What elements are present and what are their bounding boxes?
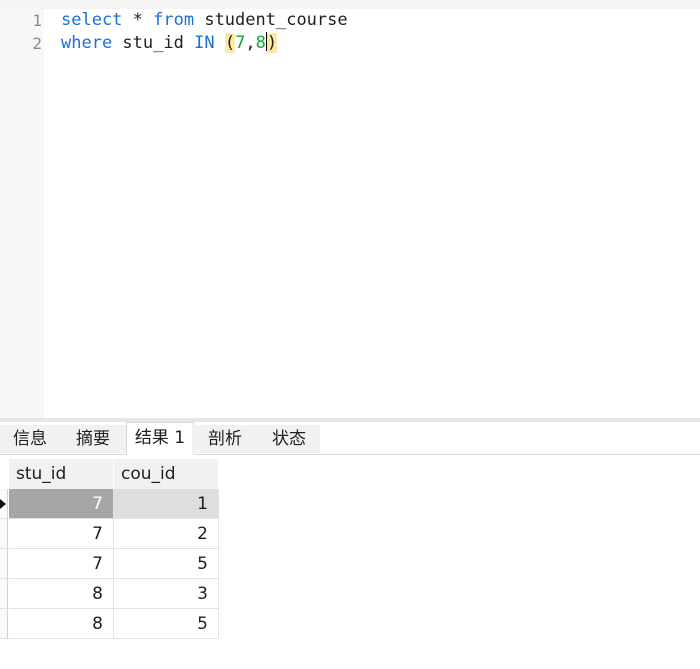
code-line-1[interactable]: select * from student_course <box>61 9 348 31</box>
number-token: 7 <box>235 33 246 53</box>
row-indicator[interactable] <box>0 549 8 579</box>
table-name-token: student_course <box>194 10 348 30</box>
row-indicator[interactable] <box>0 519 8 549</box>
table-cell[interactable]: 5 <box>114 549 219 579</box>
table-cell[interactable]: 7 <box>9 489 114 519</box>
close-paren-token: ) <box>266 33 278 53</box>
keyword-where: where <box>61 33 113 53</box>
line-number: 1 <box>32 11 42 30</box>
table-cell[interactable]: 7 <box>9 549 114 579</box>
keyword-select: select <box>61 10 123 30</box>
table-cell[interactable]: 7 <box>9 519 114 549</box>
row-indicator[interactable] <box>0 579 8 609</box>
tab-status[interactable]: 状态 <box>258 425 320 453</box>
keyword-in: IN <box>194 33 215 53</box>
column-header-stu-id[interactable]: stu_id <box>9 459 113 489</box>
tab-profile[interactable]: 剖析 <box>192 425 258 453</box>
comma-token: , <box>245 33 256 53</box>
open-paren-token: ( <box>224 33 236 53</box>
line-number: 2 <box>32 34 42 53</box>
code-line-2[interactable]: where stu_id IN (7,8) <box>61 32 278 54</box>
sql-editor[interactable]: 1 2 select * from student_course where s… <box>0 0 700 418</box>
number-token: 8 <box>255 33 266 53</box>
line-number-gutter: 1 2 <box>0 9 44 418</box>
star-token: * <box>122 10 154 30</box>
tab-summary[interactable]: 摘要 <box>60 425 126 453</box>
result-tabs: 信息 摘要 结果 1 剖析 状态 <box>0 422 700 455</box>
column-token: stu_id <box>112 33 195 53</box>
table-cell[interactable]: 1 <box>114 489 219 519</box>
tab-result-1[interactable]: 结果 1 <box>126 422 194 455</box>
editor-top-bar <box>0 0 700 9</box>
table-cell[interactable]: 8 <box>9 609 114 639</box>
keyword-from: from <box>153 10 195 30</box>
tab-info[interactable]: 信息 <box>0 425 60 453</box>
table-cell[interactable]: 5 <box>114 609 219 639</box>
current-row-pointer-icon <box>0 499 6 509</box>
column-header-cou-id[interactable]: cou_id <box>114 459 218 489</box>
row-indicator[interactable] <box>0 609 8 639</box>
row-indicator[interactable] <box>0 489 8 519</box>
table-cell[interactable]: 8 <box>9 579 114 609</box>
table-cell[interactable]: 3 <box>114 579 219 609</box>
table-cell[interactable]: 2 <box>114 519 219 549</box>
